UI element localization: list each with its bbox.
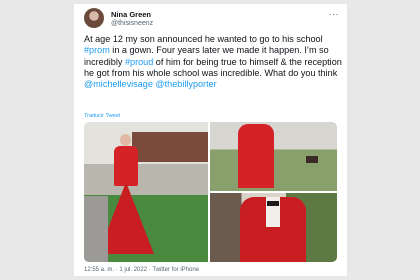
building-roof xyxy=(132,132,208,162)
photo-full-length[interactable] xyxy=(84,122,208,262)
red-gown-top xyxy=(114,146,138,186)
hashtag-link[interactable]: #proud xyxy=(125,57,153,67)
bow-tie xyxy=(267,201,279,206)
tweet-text: At age 12 my son announced he wanted to … xyxy=(84,34,342,90)
mention-link[interactable]: @michellevisage xyxy=(84,79,153,89)
photo-closeup[interactable] xyxy=(210,193,337,262)
tweet-meta: 12:55 a. m. · 1 jul. 2022 · Twitter for … xyxy=(84,267,199,273)
tweet-card: Nina Green @thisisneenz ··· At age 12 my… xyxy=(74,4,347,276)
clutch-bag xyxy=(306,156,318,163)
more-options-icon[interactable]: ··· xyxy=(329,9,340,19)
author-handle[interactable]: @thisisneenz xyxy=(111,20,153,27)
tweet-header: Nina Green @thisisneenz ··· xyxy=(84,8,339,30)
mention-link[interactable]: @thebillyporter xyxy=(155,79,216,89)
hashtag-link[interactable]: #prom xyxy=(84,45,110,55)
author-name[interactable]: Nina Green xyxy=(111,10,151,19)
translate-tweet-link[interactable]: Traducir Tweet xyxy=(84,113,120,119)
tweet-text-segment: At age 12 my son announced he wanted to … xyxy=(84,34,323,44)
tweet-media xyxy=(84,122,337,262)
avatar[interactable] xyxy=(84,8,104,28)
photo-side-view[interactable] xyxy=(210,122,337,191)
tweet-source[interactable]: Twitter for iPhone xyxy=(152,267,199,273)
tweet-date[interactable]: 1 jul. 2022 xyxy=(119,267,147,273)
tweet-time[interactable]: 12:55 a. m. xyxy=(84,267,114,273)
red-gown-side xyxy=(238,124,274,188)
pavement xyxy=(84,196,108,262)
person-head xyxy=(120,134,131,146)
